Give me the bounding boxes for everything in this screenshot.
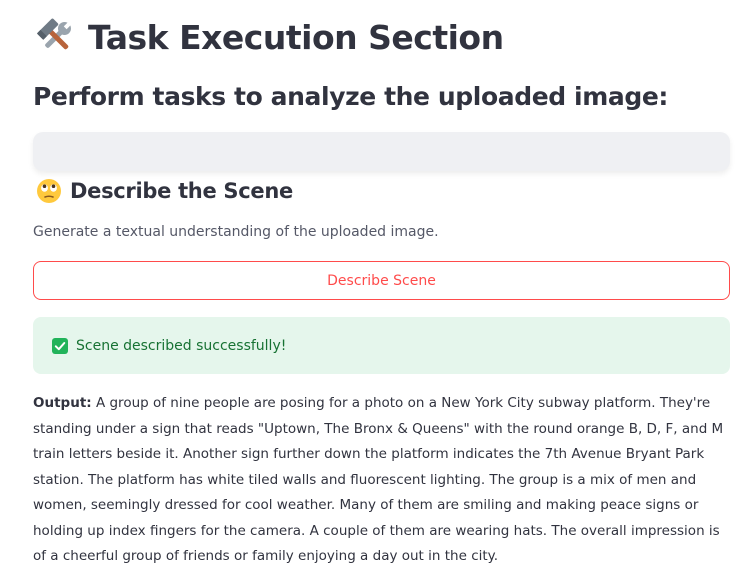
page-title-text: Task Execution Section: [88, 17, 504, 57]
section-title: Describe the Scene: [70, 179, 293, 203]
face-with-rolling-eyes-icon: [36, 178, 62, 204]
empty-container: [33, 132, 730, 171]
output-body: A group of nine people are posing for a …: [33, 395, 724, 564]
output-text: Output: A group of nine people are posin…: [33, 391, 730, 570]
describe-scene-button[interactable]: Describe Scene: [33, 261, 730, 300]
success-alert: Scene described successfully!: [33, 317, 730, 374]
section-caption: Generate a textual understanding of the …: [33, 224, 439, 240]
success-message: Scene described successfully!: [76, 337, 287, 354]
page-subtitle: Perform tasks to analyze the uploaded im…: [33, 82, 669, 111]
hammer-and-wrench-icon: [36, 17, 76, 57]
checkmark-box-icon: [52, 337, 68, 354]
output-label: Output:: [33, 395, 92, 411]
section-heading: Describe the Scene: [36, 175, 293, 207]
page-title: Task Execution Section: [36, 14, 504, 60]
